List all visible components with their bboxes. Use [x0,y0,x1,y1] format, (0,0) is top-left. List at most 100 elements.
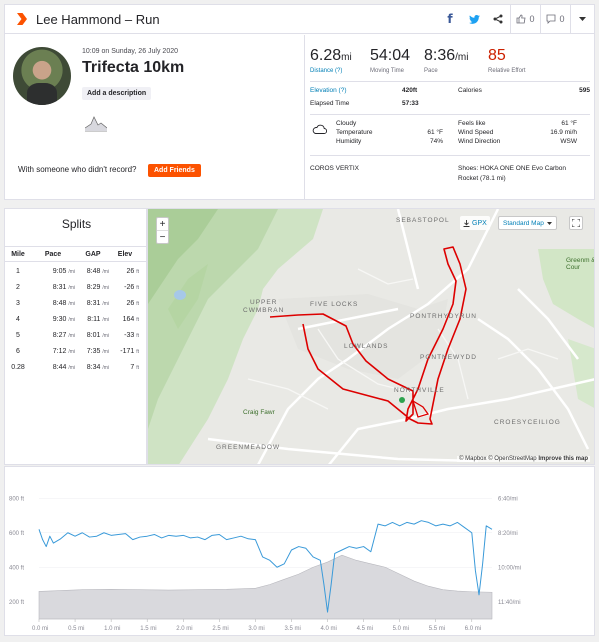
comments-button[interactable]: 0 [540,5,570,33]
split-gap: 8:11 /mi [77,316,109,323]
place-label-greenmeadow-court: Greenm & Cour [566,257,595,271]
chart-x-tick: 2.5 mi [212,626,228,632]
share-icon[interactable] [486,5,510,33]
facebook-share-icon[interactable]: f [438,5,462,33]
split-gap-unit: /mi [102,333,109,339]
split-gap-value: 8:34 [86,364,101,371]
place-label-upper: UPPER [250,299,278,306]
split-pace: 8:31 /mi [31,284,75,291]
split-pace-unit: /mi [68,285,75,291]
wind-speed-value: 16.9 mi/h [550,129,577,136]
feels-like-value: 61 °F [561,120,577,127]
improve-map-link[interactable]: Improve this map [538,456,588,462]
split-elev-unit: ft [136,269,139,275]
split-gap-value: 8:48 [86,268,101,275]
split-pace: 9:05 /mi [31,268,75,275]
map-canvas [148,209,594,464]
split-elev-value: 26 [126,300,135,307]
split-mile: 2 [16,284,20,291]
distance-value: 6.28 [310,47,342,64]
stat-distance: 6.28mi Distance (?) [310,47,352,74]
twitter-share-icon[interactable] [462,5,486,33]
chart-x-tick: 3.0 mi [248,626,264,632]
chart-y-right-tick: 6:40/mi [498,496,518,502]
chart-x-tick: 4.0 mi [321,626,337,632]
chart-x-tick: 3.5 mi [284,626,300,632]
route-map[interactable]: SEBASTOPOL UPPER CWMBRAN FIVE LOCKS PONT… [147,208,595,465]
distance-label[interactable]: Distance (?) [310,68,352,74]
zoom-controls: + − [156,217,169,244]
chart-x-tick: 4.5 mi [357,626,373,632]
activity-page-title: Lee Hammond – Run [36,11,160,27]
kudos-count: 0 [529,14,535,24]
chart-y-right-tick: 8:20/mi [498,531,518,537]
activity-date: 10:09 on Sunday, 26 July 2020 [82,48,179,55]
split-elev-unit: ft [136,285,139,291]
split-mile: 0.28 [11,364,25,371]
split-mile: 6 [16,348,20,355]
elevation-pace-chart[interactable]: 800 ft 6:40/mi 600 ft 8:20/mi 400 ft 10:00/mi… [4,466,595,636]
comment-count: 0 [559,14,565,24]
gpx-label: GPX [472,219,487,227]
split-elev: -26 ft [111,284,139,291]
chart-y-left-tick: 200 ft [9,600,24,606]
place-label-pontnewydd: PONTNEWYDD [420,354,477,361]
zoom-in-button[interactable]: + [157,218,168,231]
expand-icon [572,219,580,227]
more-options-button[interactable] [570,5,594,33]
split-gap: 7:35 /mi [77,348,109,355]
distance-unit: mi [341,52,352,63]
map-style-select[interactable]: Standard Map [498,216,557,230]
split-elev: 164 ft [111,316,139,323]
split-row[interactable]: 5 8:27 /mi 8:01 /mi -33 ft [5,329,148,343]
wind-direction-label: Wind Direction [458,138,501,145]
elevation-label[interactable]: Elevation (?) [310,87,347,94]
split-row[interactable]: 1 9:05 /mi 8:48 /mi 26 ft [5,265,148,279]
split-elev-unit: ft [136,349,139,355]
split-row[interactable]: 3 8:48 /mi 8:31 /mi 26 ft [5,297,148,311]
pace-label: Pace [424,68,438,74]
split-elev: -33 ft [111,332,139,339]
split-gap-value: 8:11 [87,316,101,323]
split-row[interactable]: 2 8:31 /mi 8:29 /mi -26 ft [5,281,148,295]
split-mile: 5 [16,332,20,339]
split-gap-value: 7:35 [86,348,101,355]
stat-moving-time: 54:04 Moving Time [370,47,410,74]
relative-effort-label: Relative Effort [488,68,526,74]
elevation-area [38,554,493,620]
athlete-avatar[interactable] [13,47,71,105]
split-mile: 4 [16,316,20,323]
gpx-download-button[interactable]: GPX [460,216,490,230]
temperature-label: Temperature [336,129,373,136]
mapbox-attribution[interactable]: © Mapbox [459,456,486,462]
split-gap-value: 8:01 [86,332,101,339]
place-label-cwmbran: CWMBRAN [243,307,285,314]
split-row[interactable]: 6 7:12 /mi 7:35 /mi -171 ft [5,345,148,359]
split-pace: 8:27 /mi [31,332,75,339]
split-elev-value: 26 [126,268,135,275]
split-elev-value: -33 [124,332,135,339]
osm-attribution[interactable]: © OpenStreetMap [488,456,536,462]
split-row[interactable]: 4 9:30 /mi 8:11 /mi 164 ft [5,313,148,327]
fullscreen-button[interactable] [569,216,583,230]
split-elev-unit: ft [136,317,139,323]
chart-x-tick: 1.5 mi [140,626,156,632]
mini-elevation-icon [85,116,107,132]
kudos-button[interactable]: 0 [510,5,540,33]
shoes-line-1[interactable]: Shoes: HOKA ONE ONE Evo Carbon [458,165,566,172]
split-pace-value: 8:27 [52,332,67,339]
split-row[interactable]: 0.28 8:44 /mi 8:34 /mi 7 ft [5,361,148,375]
split-pace-unit: /mi [68,317,75,323]
split-gap: 8:01 /mi [77,332,109,339]
add-description-button[interactable]: Add a description [82,87,152,100]
zoom-out-button[interactable]: − [157,231,168,244]
split-gap-unit: /mi [102,317,109,323]
place-label-craig-fawr: Craig Fawr [243,409,275,416]
add-friends-button[interactable]: Add Friends [148,164,201,177]
place-label-pontrhydyrun: PONTRHYDYRUN [410,313,477,320]
split-elev-unit: ft [136,333,139,339]
shoes-line-2[interactable]: Rocket (78.1 mi) [458,175,506,182]
split-pace-unit: /mi [68,349,75,355]
splits-title: Splits [61,217,92,231]
wind-speed-label: Wind Speed [458,129,494,136]
